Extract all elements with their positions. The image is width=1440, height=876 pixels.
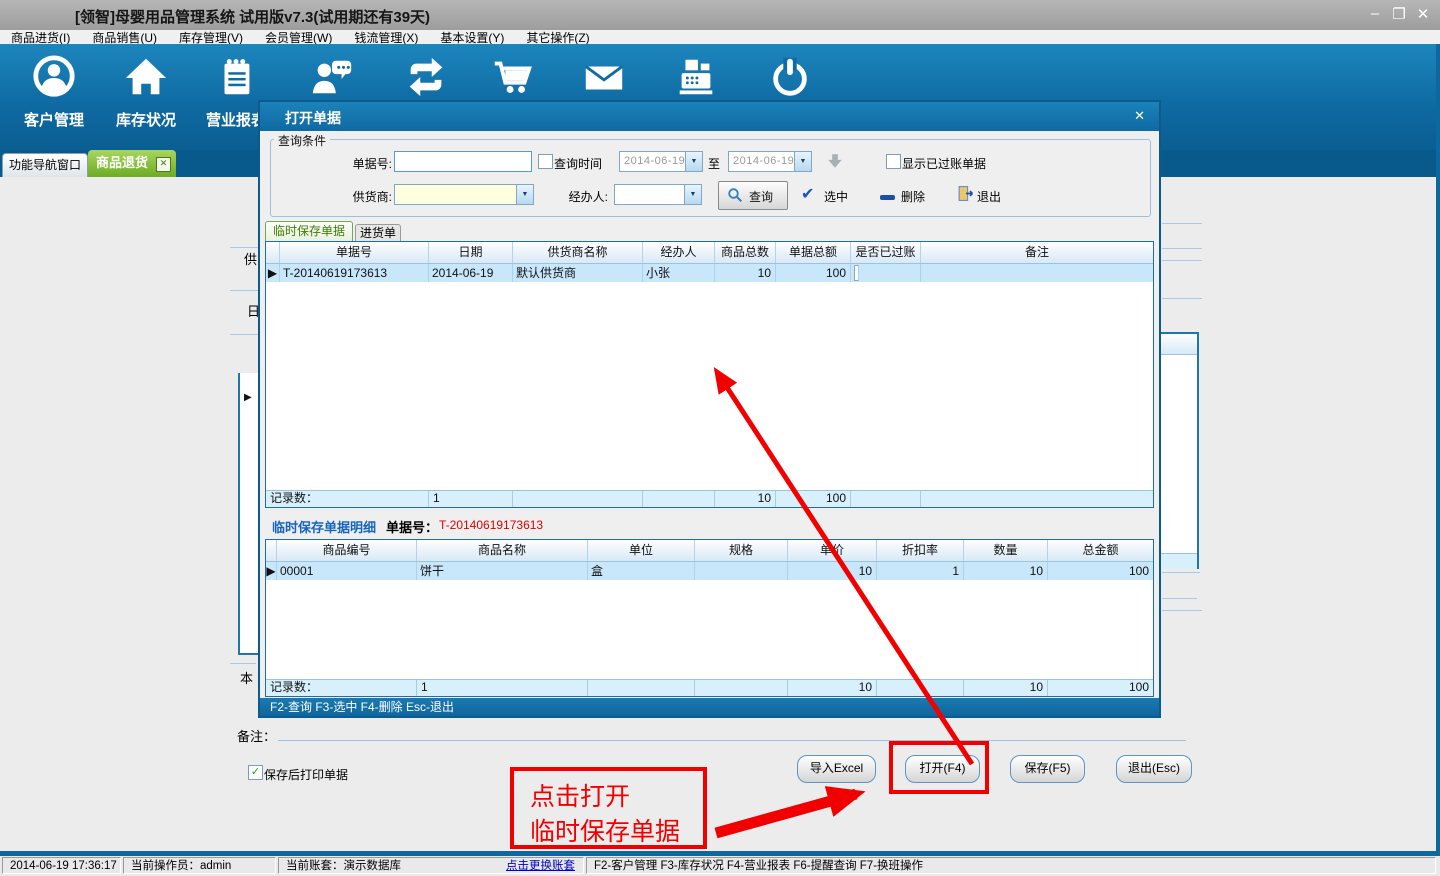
window-title: [领智]母婴用品管理系统 试用版v7.3(试用期还有39天) bbox=[75, 6, 430, 27]
documents-table-header: 单据号 日期 供货商名称 经办人 商品总数 单据总额 是否已过账 备注 bbox=[266, 242, 1153, 264]
application-window: [领智]母婴用品管理系统 试用版v7.3(试用期还有39天) – ❐ ✕ 商品进… bbox=[0, 0, 1440, 876]
bg-field-line bbox=[230, 247, 258, 248]
power-icon bbox=[767, 54, 813, 100]
save-f5-button[interactable]: 保存(F5) bbox=[1010, 755, 1085, 783]
cash-register-icon bbox=[673, 54, 719, 100]
mail-icon bbox=[581, 54, 627, 100]
detail-table-footer: 记录数： 1 10 10 100 bbox=[266, 679, 1153, 696]
bg-field-line bbox=[1162, 248, 1202, 249]
dialog-hotkey-hint: F2-查询 F3-选中 F4-删除 Esc-退出 bbox=[260, 698, 1159, 716]
bg-field-line bbox=[1162, 610, 1202, 611]
bg-field-line bbox=[1162, 598, 1197, 599]
tab-close-icon[interactable]: ✕ bbox=[156, 157, 171, 172]
operator-label: 经办人: bbox=[548, 188, 608, 205]
table-row[interactable]: ▶ T-20140619173613 2014-06-19 默认供货商 小张 1… bbox=[266, 264, 1153, 282]
dialog-title-bar[interactable]: 打开单据 ✕ bbox=[260, 102, 1159, 131]
remark-label: 备注： bbox=[237, 726, 276, 745]
import-excel-button[interactable]: 导入Excel bbox=[797, 755, 876, 783]
customer-icon bbox=[31, 54, 77, 100]
tab-function-navigation[interactable]: 功能导航窗口 bbox=[2, 153, 88, 177]
sync-arrows-icon bbox=[403, 54, 449, 100]
operator-combo[interactable]: ▼ bbox=[614, 184, 702, 205]
documents-table[interactable]: 单据号 日期 供货商名称 经办人 商品总数 单据总额 是否已过账 备注 ▶ T-… bbox=[265, 241, 1154, 508]
select-check-icon: ✔ bbox=[801, 184, 814, 204]
detail-table-header: 商品编号 商品名称 单位 规格 单价 折扣率 数量 总金额 bbox=[266, 540, 1153, 562]
search-icon bbox=[727, 187, 743, 203]
annotation-box: 点击打开 临时保存单据 bbox=[510, 767, 707, 849]
show-posted-label: 显示已过账单据 bbox=[902, 155, 986, 172]
status-bar: 2014-06-19 17:36:17 当前操作员：admin 当前账套：演示数… bbox=[0, 856, 1440, 876]
exit-button[interactable]: 退出 bbox=[977, 188, 1001, 205]
toolbar-customer-management[interactable]: 客户管理 bbox=[10, 54, 98, 150]
dialog-close-icon[interactable]: ✕ bbox=[1134, 108, 1145, 124]
query-time-label: 查询时间 bbox=[554, 155, 602, 172]
status-account: 当前账套：演示数据库 点击更换账套 bbox=[278, 857, 584, 874]
query-time-checkbox[interactable] bbox=[538, 154, 553, 169]
search-button[interactable]: 查询 bbox=[718, 181, 788, 210]
title-bar: [领智]母婴用品管理系统 试用版v7.3(试用期还有39天) – ❐ ✕ bbox=[0, 0, 1440, 30]
date-to-picker[interactable]: 2014-06-19 ▼ bbox=[728, 151, 812, 172]
tab-goods-return[interactable]: 商品退货 ✕ bbox=[88, 150, 176, 177]
dropdown-arrow-icon[interactable]: ▼ bbox=[794, 152, 811, 171]
shopping-cart-icon bbox=[489, 54, 535, 100]
table-row[interactable]: ▶ 00001 饼干 盒 10 1 10 100 bbox=[266, 562, 1153, 580]
exit-door-icon bbox=[957, 185, 974, 202]
delete-dash-icon bbox=[880, 195, 895, 200]
supplier-combo[interactable]: ▼ bbox=[394, 184, 534, 205]
remark-input-line[interactable] bbox=[278, 740, 1186, 741]
to-label: 至 bbox=[708, 155, 720, 172]
bg-table-fragment bbox=[1161, 332, 1199, 569]
highlight-open-button-box bbox=[889, 741, 989, 794]
bg-field-line bbox=[230, 290, 258, 291]
close-button[interactable]: ✕ bbox=[1412, 5, 1434, 23]
dropdown-arrow-icon[interactable]: ▼ bbox=[516, 185, 533, 204]
home-icon bbox=[123, 54, 169, 100]
toolbar-inventory-status[interactable]: 库存状况 bbox=[102, 54, 190, 150]
bg-label-fragment: 供 bbox=[244, 249, 257, 268]
bg-field-line bbox=[230, 334, 258, 335]
show-posted-checkbox[interactable] bbox=[886, 154, 901, 169]
bg-field-line bbox=[1162, 223, 1202, 224]
member-chat-icon bbox=[309, 54, 355, 100]
status-hotkeys: F2-客户管理 F3-库存状况 F4-营业报表 F6-提醒查询 F7-换班操作 bbox=[586, 857, 1436, 874]
select-button[interactable]: 选中 bbox=[824, 188, 848, 205]
tab-purchase-order[interactable]: 进货单 bbox=[355, 224, 401, 242]
print-after-save-checkbox[interactable]: ✓ bbox=[248, 765, 263, 780]
print-after-save-label: 保存后打印单据 bbox=[264, 766, 348, 783]
posted-checkbox[interactable] bbox=[854, 265, 859, 281]
supplier-label: 供货商: bbox=[330, 188, 392, 205]
status-datetime: 2014-06-19 17:36:17 bbox=[2, 857, 121, 874]
documents-table-footer: 记录数： 1 10 100 bbox=[266, 490, 1153, 507]
window-right-border bbox=[1436, 44, 1440, 851]
detail-caption: 临时保存单据明细 单据号： T-20140619173613 bbox=[265, 509, 1154, 537]
bg-field-line bbox=[1162, 572, 1200, 573]
delete-button[interactable]: 删除 bbox=[901, 188, 925, 205]
bg-table-fragment: ▶ bbox=[238, 373, 260, 655]
bg-field-line bbox=[1162, 260, 1202, 261]
switch-account-link[interactable]: 点击更换账套 bbox=[506, 858, 575, 874]
maximize-button[interactable]: ❐ bbox=[1388, 5, 1410, 23]
dropdown-arrow-icon[interactable]: ▼ bbox=[684, 185, 701, 204]
query-legend: 查询条件 bbox=[274, 132, 330, 149]
date-from-picker[interactable]: 2014-06-19 ▼ bbox=[619, 151, 703, 172]
detail-title: 临时保存单据明细 bbox=[272, 517, 376, 536]
detail-doc-number: T-20140619173613 bbox=[439, 518, 543, 532]
gray-down-arrow-icon bbox=[826, 152, 844, 170]
detail-doc-label: 单据号： bbox=[386, 517, 438, 536]
bg-label-fragment: 本 bbox=[240, 668, 253, 687]
minimize-button[interactable]: – bbox=[1364, 5, 1386, 22]
bg-field-line bbox=[230, 663, 256, 664]
open-document-dialog: 打开单据 ✕ 查询条件 单据号: 查询时间 2014-06-19 ▼ 至 201… bbox=[258, 100, 1161, 718]
status-operator: 当前操作员：admin bbox=[123, 857, 276, 874]
detail-table[interactable]: 商品编号 商品名称 单位 规格 单价 折扣率 数量 总金额 ▶ 00001 饼干… bbox=[265, 539, 1154, 697]
doc-no-label: 单据号: bbox=[330, 155, 392, 172]
dialog-title: 打开单据 bbox=[285, 108, 341, 128]
tab-temp-saved-docs[interactable]: 临时保存单据 bbox=[265, 221, 353, 242]
dropdown-arrow-icon[interactable]: ▼ bbox=[685, 152, 702, 171]
exit-esc-button[interactable]: 退出(Esc) bbox=[1116, 755, 1192, 783]
bg-field-line bbox=[1162, 298, 1202, 299]
doc-no-input[interactable] bbox=[394, 151, 532, 172]
report-icon bbox=[213, 54, 259, 100]
